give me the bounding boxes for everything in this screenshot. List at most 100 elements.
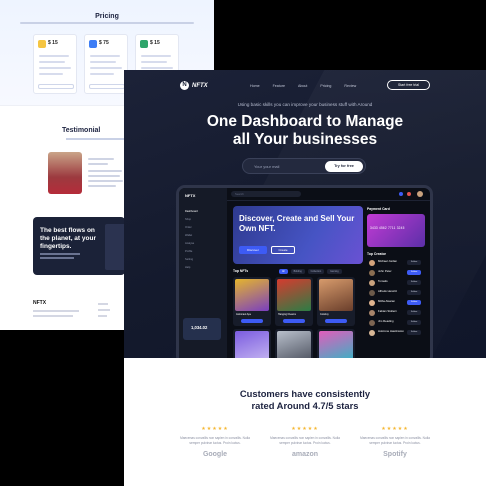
cta-banner: The best flows on the planet, at your fi… <box>33 217 125 275</box>
try-free-button[interactable]: Try for free <box>325 161 363 172</box>
nft-image <box>235 331 269 358</box>
creator-row: Holcrone Hawtinston Follow <box>367 329 427 338</box>
plan-button[interactable] <box>38 84 74 89</box>
sidebar-item-profile[interactable]: Profile <box>185 250 192 253</box>
cta-text: The best flows on the planet, at your fi… <box>40 227 96 250</box>
hero-headline: One Dashboard to Manage all Your busines… <box>206 113 404 148</box>
avatar[interactable] <box>417 191 423 197</box>
sidebar-item-wallet[interactable]: Wallet <box>185 234 192 237</box>
dashboard-search-input[interactable]: Search <box>231 191 301 197</box>
sidebar-item-setting[interactable]: Setting <box>185 258 193 261</box>
nft-image <box>277 279 311 311</box>
testimonial-photo <box>48 152 82 194</box>
review-card: ★★★★★ Maecenas convallis non sapien in c… <box>360 426 430 458</box>
card-number: 3433 4562 7711 3245 <box>370 226 405 230</box>
nav-link-feature[interactable]: Feature <box>273 84 285 88</box>
follow-button[interactable]: Follow <box>407 320 421 325</box>
pricing-plan-card[interactable]: $ 75 <box>84 34 128 94</box>
nft-card[interactable] <box>275 329 313 358</box>
discover-button[interactable]: Discover <box>239 246 267 254</box>
avatar <box>369 310 375 316</box>
banner-title: Discover, Create and Sell Your Own NFT. <box>239 214 355 233</box>
pricing-plan-card[interactable]: $ 15 <box>33 34 77 94</box>
message-icon[interactable] <box>407 192 411 196</box>
filter-gaming[interactable]: Gaming <box>327 269 342 274</box>
creator-row: Michael Jordan Follow <box>367 259 427 268</box>
balance-value: 1,034.02 <box>191 325 208 330</box>
payment-card-title: Payment Card <box>367 207 390 211</box>
landing-page-preview: N NFTX Home Feature About Pricing Review… <box>124 70 486 486</box>
creator-row: Fabian Stoltern Follow <box>367 309 427 318</box>
nft-name: Hanging Dreams <box>278 313 296 316</box>
plan-button[interactable] <box>89 84 125 89</box>
sidebar-item-order[interactable]: Order <box>185 226 192 229</box>
creator-row: John Peter Follow <box>367 269 427 278</box>
plan-icon <box>140 40 148 48</box>
sidebar-item-shop[interactable]: Shop <box>185 218 191 221</box>
brand-logo: amazon <box>291 451 319 458</box>
follow-button[interactable]: Follow <box>407 290 421 295</box>
nav-link-review[interactable]: Review <box>344 84 356 88</box>
follow-button[interactable]: Follow <box>407 270 421 275</box>
nft-card[interactable]: Astronaut Ape <box>233 277 271 326</box>
plan-price: $ 15 <box>150 40 160 46</box>
dashboard-topbar: Search <box>227 188 430 201</box>
review-card: ★★★★★ Maecenas convallis non sapien in c… <box>180 426 250 458</box>
nav-link-home[interactable]: Home <box>250 84 260 88</box>
sidebar-item-dashboard[interactable]: Dashboard <box>185 210 198 213</box>
follow-button[interactable]: Follow <box>407 280 421 285</box>
nft-image <box>319 279 353 311</box>
follow-button[interactable]: Follow <box>407 330 421 335</box>
avatar <box>369 280 375 286</box>
notification-icon[interactable] <box>399 192 403 196</box>
nav-logo[interactable]: N NFTX <box>180 81 208 90</box>
follow-button[interactable]: Follow <box>407 300 421 305</box>
brand-logo: Spotify <box>383 451 407 458</box>
star-rating-icon: ★★★★★ <box>291 426 319 432</box>
nft-name: Astronaut Ape <box>236 313 252 316</box>
star-rating-icon: ★★★★★ <box>201 426 229 432</box>
dashboard-sidebar: NFTX Dashboard Shop Order Wallet Analyse… <box>179 188 227 358</box>
avatar <box>369 290 375 296</box>
place-bid-button[interactable] <box>283 319 305 323</box>
nft-image <box>235 279 269 311</box>
top-creator-title: Top Creator <box>367 252 386 256</box>
nft-name: Cowboy <box>320 313 329 316</box>
place-bid-button[interactable] <box>241 319 263 323</box>
nft-filters: All Bidding Collection Gaming <box>279 269 342 274</box>
discover-banner: Discover, Create and Sell Your Own NFT. … <box>233 206 363 264</box>
review-text: Maecenas convallis non sapien in convall… <box>270 436 340 445</box>
payment-card[interactable]: 3433 4562 7711 3245 <box>367 214 425 247</box>
nav-link-pricing[interactable]: Pricing <box>320 84 331 88</box>
start-trial-button[interactable]: Start free trial <box>387 80 430 90</box>
nft-card[interactable] <box>317 329 355 358</box>
creator-row: Alfredo Herwitz Follow <box>367 289 427 298</box>
nav-link-about[interactable]: About <box>298 84 307 88</box>
nft-card[interactable]: Hanging Dreams <box>275 277 313 326</box>
testimonial-title: Testimonial <box>62 127 101 134</box>
testimonial-subtitle <box>66 138 126 140</box>
dashboard-tablet-mockup: NFTX Dashboard Shop Order Wallet Analyse… <box>176 185 433 358</box>
follow-button[interactable]: Follow <box>407 310 421 315</box>
follow-button[interactable]: Follow <box>407 260 421 265</box>
logo-mark-icon: N <box>180 81 189 90</box>
email-signup: Your your mail Try for free <box>242 158 366 174</box>
place-bid-button[interactable] <box>325 319 347 323</box>
plan-icon <box>89 40 97 48</box>
nft-card[interactable] <box>233 329 271 358</box>
reviews-title: Customers have consistently rated Around… <box>239 388 371 411</box>
filter-all[interactable]: All <box>279 269 288 274</box>
create-button[interactable]: Create <box>271 246 295 254</box>
email-input[interactable]: Your your mail <box>254 164 279 169</box>
filter-collection[interactable]: Collection <box>307 269 325 274</box>
review-text: Maecenas convallis non sapien in convall… <box>360 436 430 445</box>
sidebar-item-analyse[interactable]: Analyse <box>185 242 194 245</box>
avatar <box>369 270 375 276</box>
nft-image <box>319 331 353 358</box>
hero-section: N NFTX Home Feature About Pricing Review… <box>124 70 486 358</box>
sidebar-item-help[interactable]: Help <box>185 266 190 269</box>
nft-card[interactable]: Cowboy <box>317 277 355 326</box>
creator-row: Tomatis Follow <box>367 279 427 288</box>
creator-row: Mitha Alsaran Follow <box>367 299 427 308</box>
filter-bidding[interactable]: Bidding <box>290 269 305 274</box>
